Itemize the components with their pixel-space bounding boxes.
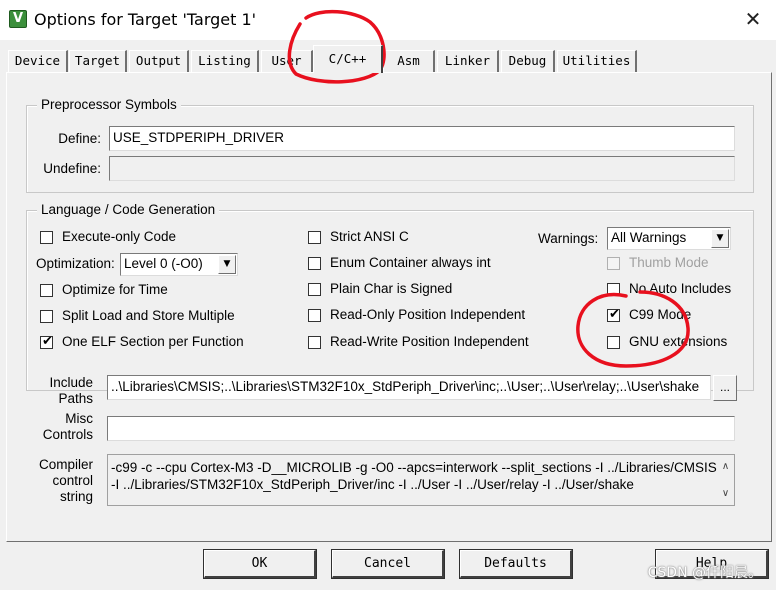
enum-container-checkbox[interactable]: [308, 257, 321, 270]
tab-linker[interactable]: Linker: [437, 50, 499, 72]
compiler-string-scrollbar[interactable]: ∧ ∨: [717, 455, 734, 505]
csdn-watermark: CSDN @仟阳晨。: [647, 565, 762, 581]
compiler-control-string-box[interactable]: -c99 -c --cpu Cortex-M3 -D__MICROLIB -g …: [107, 454, 735, 506]
gnu-extensions-checkbox[interactable]: [607, 336, 620, 349]
split-load-label: Split Load and Store Multiple: [62, 308, 235, 323]
strict-ansi-label: Strict ANSI C: [330, 229, 409, 244]
defaults-button[interactable]: Defaults: [459, 549, 573, 579]
browse-include-paths-button[interactable]: ...: [713, 375, 737, 401]
language-code-generation-legend: Language / Code Generation: [37, 202, 220, 217]
tab-utilities[interactable]: Utilities: [557, 50, 637, 72]
gnu-extensions-label: GNU extensions: [629, 334, 728, 349]
warnings-label: Warnings:: [538, 231, 599, 246]
compiler-string-line-1: -c99 -c --cpu Cortex-M3 -D__MICROLIB -g …: [111, 460, 717, 475]
rwpi-checkbox[interactable]: [308, 336, 321, 349]
close-icon[interactable]: ✕: [738, 6, 768, 34]
checkmark-icon: ✔: [609, 307, 620, 322]
scroll-down-icon[interactable]: ∨: [717, 485, 734, 502]
no-auto-includes-checkbox[interactable]: [607, 283, 620, 296]
tab-asm[interactable]: Asm: [383, 50, 435, 72]
tab-c-cpp[interactable]: C/C++: [313, 45, 383, 73]
optimize-time-checkbox[interactable]: [40, 284, 53, 297]
warnings-value: All Warnings: [611, 230, 687, 245]
undefine-input[interactable]: [109, 156, 735, 181]
compiler-string-line-2: -I ../Libraries/STM32F10x_StdPeriph_Driv…: [111, 477, 634, 492]
plain-char-label: Plain Char is Signed: [330, 281, 453, 296]
optimization-label: Optimization:: [36, 256, 115, 271]
define-label: Define:: [58, 131, 101, 146]
define-input[interactable]: USE_STDPERIPH_DRIVER: [109, 126, 735, 151]
tab-debug[interactable]: Debug: [501, 50, 555, 72]
scroll-up-icon[interactable]: ∧: [717, 458, 734, 475]
title-bar: V Options for Target 'Target 1' ✕: [0, 0, 776, 40]
tab-user[interactable]: User: [261, 50, 313, 72]
include-paths-input[interactable]: ..\Libraries\CMSIS;..\Libraries\STM32F10…: [107, 375, 711, 400]
plain-char-checkbox[interactable]: [308, 283, 321, 296]
cancel-button[interactable]: Cancel: [331, 549, 445, 579]
language-code-generation-group: Language / Code Generation Execute-only …: [26, 202, 754, 391]
one-elf-checkbox[interactable]: ✔: [40, 334, 53, 349]
one-elf-label: One ELF Section per Function: [62, 334, 244, 349]
tab-output[interactable]: Output: [129, 50, 189, 72]
window-title: Options for Target 'Target 1': [34, 10, 257, 29]
checkmark-icon: ✔: [42, 334, 53, 349]
c-cpp-tab-panel: Preprocessor Symbols Define: USE_STDPERI…: [6, 72, 772, 542]
preprocessor-symbols-group: Preprocessor Symbols Define: USE_STDPERI…: [26, 97, 754, 193]
chevron-down-icon[interactable]: ▼: [218, 255, 236, 274]
no-auto-includes-label: No Auto Includes: [629, 281, 732, 296]
misc-controls-label: Misc Controls: [42, 411, 93, 442]
enum-container-label: Enum Container always int: [330, 255, 491, 270]
c99-mode-label: C99 Mode: [629, 307, 692, 322]
chevron-down-icon[interactable]: ▼: [711, 229, 729, 248]
thumb-mode-checkbox[interactable]: [607, 257, 620, 270]
c99-mode-checkbox[interactable]: ✔: [607, 307, 620, 322]
keil-app-icon: V: [9, 10, 27, 28]
tab-device[interactable]: Device: [8, 50, 68, 72]
preprocessor-symbols-legend: Preprocessor Symbols: [37, 97, 181, 112]
tab-target[interactable]: Target: [69, 50, 127, 72]
execute-only-checkbox[interactable]: [40, 231, 53, 244]
ok-button[interactable]: OK: [203, 549, 317, 579]
optimization-value: Level 0 (-O0): [124, 256, 203, 271]
rwpi-label: Read-Write Position Independent: [330, 334, 529, 349]
split-load-checkbox[interactable]: [40, 310, 53, 323]
options-dialog: Device Target Output Listing User C/C++ …: [0, 40, 776, 590]
ropi-checkbox[interactable]: [308, 309, 321, 322]
undefine-label: Undefine:: [43, 161, 101, 176]
warnings-select[interactable]: All Warnings ▼: [607, 227, 731, 250]
include-paths-label: Include Paths: [49, 375, 93, 406]
misc-controls-input[interactable]: [107, 416, 735, 441]
optimization-select[interactable]: Level 0 (-O0) ▼: [120, 253, 238, 276]
optimize-time-label: Optimize for Time: [62, 282, 168, 297]
strict-ansi-checkbox[interactable]: [308, 231, 321, 244]
compiler-control-string-label: Compiler control string: [38, 457, 93, 504]
tab-listing[interactable]: Listing: [191, 50, 259, 72]
execute-only-label: Execute-only Code: [62, 229, 177, 244]
ropi-label: Read-Only Position Independent: [330, 307, 526, 322]
thumb-mode-label: Thumb Mode: [629, 255, 709, 270]
